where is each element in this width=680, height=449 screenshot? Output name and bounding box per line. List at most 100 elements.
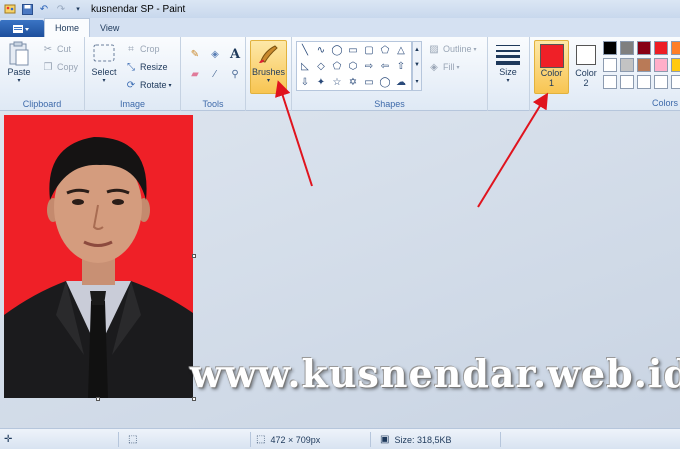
- oval-callout-shape-icon[interactable]: ◯: [377, 74, 393, 90]
- palette-swatch[interactable]: [671, 75, 680, 89]
- line-size-icon: [495, 41, 521, 67]
- fill-bucket-icon[interactable]: ◈: [206, 45, 224, 63]
- five-point-star-shape-icon[interactable]: ☆: [329, 74, 345, 90]
- up-arrow-shape-icon[interactable]: ⇧: [393, 58, 409, 74]
- six-point-star-shape-icon[interactable]: ✡: [345, 74, 361, 90]
- undo-icon[interactable]: ↶: [37, 2, 51, 16]
- rotate-dropdown-icon[interactable]: ▾: [169, 82, 172, 89]
- save-icon[interactable]: [20, 2, 34, 16]
- copy-button[interactable]: ❐ Copy: [42, 61, 79, 73]
- rotate-button[interactable]: ⟳ Rotate ▾: [125, 79, 172, 91]
- fill-button[interactable]: ◈ Fill ▾: [428, 61, 460, 73]
- shapes-expand-icon[interactable]: ▾: [415, 78, 418, 85]
- cloud-callout-shape-icon[interactable]: ☁: [393, 74, 409, 90]
- size-button[interactable]: Size ▾: [495, 41, 521, 84]
- palette-swatch[interactable]: [603, 75, 617, 89]
- scissors-icon: ✂: [43, 43, 53, 55]
- copy-label: Copy: [57, 62, 79, 72]
- canvas-area[interactable]: www.kusnendar.web.id: [0, 111, 680, 428]
- shapes-scrollbar[interactable]: ▲ ▼ ▾: [412, 41, 422, 91]
- paste-button[interactable]: Paste ▾: [6, 41, 32, 84]
- clipboard-group: Paste ▾ ✂ Cut ❐ Copy Clipboard: [0, 37, 85, 111]
- resize-button[interactable]: ⤡ Resize: [125, 61, 168, 73]
- scroll-down-icon[interactable]: ▼: [414, 62, 420, 68]
- paint-menu-button[interactable]: [0, 20, 44, 37]
- status-bar: ✛ ⬚ ⬚ 472 × 709px ▣ Size: 318,5KB: [0, 428, 680, 449]
- ribbon: Paste ▾ ✂ Cut ❐ Copy Clipboard Select ▾ …: [0, 37, 680, 111]
- palette-swatch[interactable]: [671, 58, 680, 72]
- palette-swatch[interactable]: [654, 58, 668, 72]
- paste-dropdown-icon[interactable]: ▾: [17, 77, 20, 84]
- fill-dropdown-icon[interactable]: ▾: [457, 64, 460, 71]
- paint-app-icon[interactable]: [3, 2, 17, 16]
- image-group: Select ▾ ⌗ Crop ⤡ Resize ⟳ Rotate ▾ Imag…: [85, 37, 181, 111]
- palette-swatch[interactable]: [620, 75, 634, 89]
- palette-swatch[interactable]: [654, 41, 668, 55]
- polygon-shape-icon[interactable]: ⬠: [377, 42, 393, 58]
- curve-shape-icon[interactable]: ∿: [313, 42, 329, 58]
- shapes-gallery: ╲ ∿ ◯ ▭ ▢ ⬠ △ ◺ ◇ ⬠ ⬡ ⇨ ⇦ ⇧ ⇩ ✦ ☆ ✡ ▭ ◯ …: [296, 41, 412, 91]
- paste-label: Paste: [7, 67, 31, 77]
- palette-swatch[interactable]: [620, 58, 634, 72]
- resize-handle-bottom[interactable]: [96, 397, 100, 401]
- select-dropdown-icon[interactable]: ▾: [102, 77, 105, 84]
- color1-button[interactable]: Color 1: [534, 40, 569, 94]
- cursor-position: ✛: [4, 429, 17, 449]
- resize-handle-right[interactable]: [192, 254, 196, 258]
- palette-swatch[interactable]: [603, 58, 617, 72]
- right-triangle-shape-icon[interactable]: ◺: [297, 58, 313, 74]
- right-arrow-shape-icon[interactable]: ⇨: [361, 58, 377, 74]
- tab-view[interactable]: View: [90, 18, 129, 37]
- rotate-label: Rotate: [140, 80, 167, 90]
- palette-swatch[interactable]: [637, 58, 651, 72]
- cut-button[interactable]: ✂ Cut: [42, 43, 71, 55]
- palette-swatch[interactable]: [654, 75, 668, 89]
- image-group-label: Image: [119, 99, 145, 109]
- four-point-star-shape-icon[interactable]: ✦: [313, 74, 329, 90]
- pentagon-shape-icon[interactable]: ⬠: [329, 58, 345, 74]
- palette-swatch[interactable]: [637, 41, 651, 55]
- size-dropdown-icon[interactable]: ▾: [506, 77, 509, 84]
- rounded-rectangle-shape-icon[interactable]: ▢: [361, 42, 377, 58]
- left-arrow-shape-icon[interactable]: ⇦: [377, 58, 393, 74]
- color-picker-icon[interactable]: ⁄: [206, 65, 224, 83]
- customize-toolbar-icon[interactable]: ▾: [71, 2, 85, 16]
- crop-button[interactable]: ⌗ Crop: [125, 43, 159, 55]
- outline-button[interactable]: ▨ Outline ▾: [428, 43, 477, 55]
- palette-swatch[interactable]: [603, 41, 617, 55]
- outline-dropdown-icon[interactable]: ▾: [474, 46, 477, 53]
- tab-home[interactable]: Home: [44, 18, 91, 37]
- tools-group-label: Tools: [202, 99, 224, 109]
- resize-handle-corner[interactable]: [192, 397, 196, 401]
- palette-swatch[interactable]: [637, 75, 651, 89]
- magnifier-icon[interactable]: ⚲: [226, 65, 244, 83]
- color1-swatch: [539, 44, 564, 68]
- ribbon-tabs: Home View: [0, 18, 680, 37]
- rectangle-shape-icon[interactable]: ▭: [345, 42, 361, 58]
- rounded-callout-shape-icon[interactable]: ▭: [361, 74, 377, 90]
- clipboard-group-label: Clipboard: [22, 99, 62, 109]
- select-button[interactable]: Select ▾: [91, 41, 117, 84]
- palette-swatch[interactable]: [620, 41, 634, 55]
- portrait-photo: [4, 115, 193, 398]
- down-arrow-shape-icon[interactable]: ⇩: [297, 74, 313, 90]
- pencil-icon[interactable]: ✎: [186, 45, 204, 63]
- text-icon[interactable]: A: [226, 45, 244, 63]
- redo-icon[interactable]: ↷: [54, 2, 68, 16]
- oval-shape-icon[interactable]: ◯: [329, 42, 345, 58]
- dimensions-value: 472 × 709px: [270, 434, 321, 445]
- select-icon: [91, 41, 117, 67]
- window-title: kusnendar SP - Paint: [91, 3, 186, 15]
- line-shape-icon[interactable]: ╲: [297, 42, 313, 58]
- copy-icon: ❐: [43, 61, 53, 73]
- scroll-up-icon[interactable]: ▲: [414, 47, 420, 53]
- palette-swatch[interactable]: [671, 41, 680, 55]
- diamond-shape-icon[interactable]: ◇: [313, 58, 329, 74]
- canvas-photo[interactable]: [4, 115, 193, 398]
- eraser-icon[interactable]: ▰: [186, 65, 204, 83]
- cut-label: Cut: [57, 44, 72, 54]
- color2-button[interactable]: Color 2: [571, 40, 601, 94]
- file-size-value: Size: 318,5KB: [394, 434, 452, 445]
- triangle-shape-icon[interactable]: △: [393, 42, 409, 58]
- hexagon-shape-icon[interactable]: ⬡: [345, 58, 361, 74]
